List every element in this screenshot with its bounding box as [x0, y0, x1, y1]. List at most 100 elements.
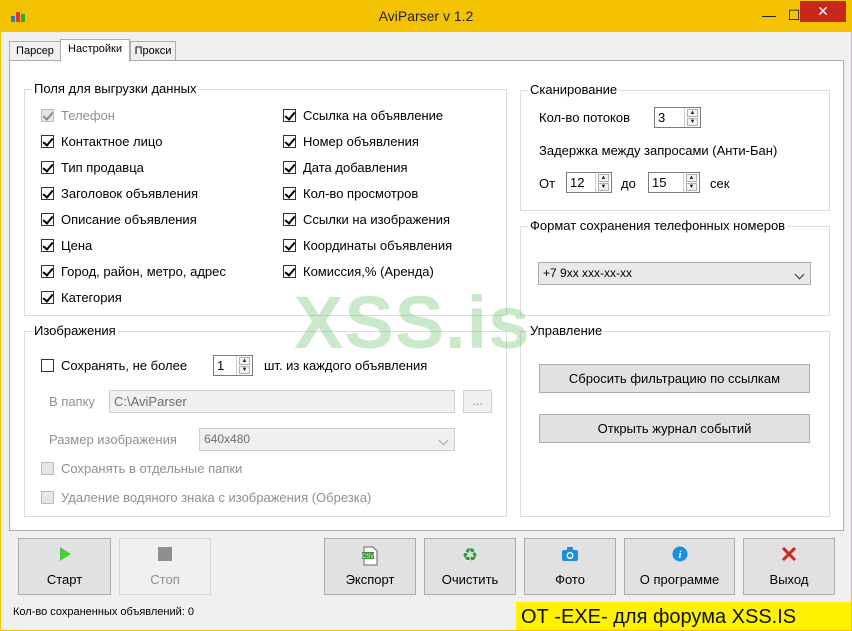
stepper-down-icon[interactable]: ▼: [687, 118, 698, 126]
stepper-down-icon[interactable]: ▼: [598, 183, 609, 191]
chevron-down-icon: [794, 269, 805, 280]
stepper-value: 3: [658, 110, 666, 125]
start-label: Старт: [46, 572, 83, 587]
photo-label: Фото: [555, 572, 585, 587]
stop-label: Стоп: [150, 572, 180, 587]
status-bar-text: Кол-во сохраненных объявлений: 0: [13, 606, 195, 618]
stepper-value: 1: [217, 358, 225, 373]
about-label: О программе: [639, 572, 720, 587]
images-count-stepper[interactable]: 1 ▲ ▼: [213, 355, 253, 376]
images-group-title: Изображения: [32, 323, 118, 339]
checkbox-box[interactable]: [283, 109, 296, 122]
checkbox-box[interactable]: [41, 109, 54, 122]
phone-format-group: Формат сохранения телефонных номеров +7 …: [520, 218, 830, 316]
threads-stepper[interactable]: 3 ▲ ▼: [654, 107, 701, 128]
stepper-down-icon[interactable]: ▼: [686, 183, 697, 191]
stepper-up-icon[interactable]: ▲: [687, 109, 698, 117]
folder-label: В папку: [49, 394, 95, 409]
app-window: AviParser v 1.2 — ☐ ✕ Парсер Настройки П…: [0, 0, 852, 631]
checkbox-box[interactable]: [41, 491, 54, 504]
window-title: AviParser v 1.2: [378, 8, 474, 24]
phone-format-group-title: Формат сохранения телефонных номеров: [528, 218, 788, 234]
checkbox-box[interactable]: [41, 135, 54, 148]
phone-format-select[interactable]: +7 9xx xxx-xx-xx: [538, 262, 811, 285]
clear-button[interactable]: ♻ Очистить: [424, 538, 516, 595]
image-size-label: Размер изображения: [49, 432, 177, 447]
stepper-up-icon[interactable]: ▲: [686, 174, 697, 182]
checkbox-label: Описание объявления: [61, 212, 197, 227]
stop-icon: [120, 546, 210, 564]
delay-from-stepper[interactable]: 12 ▲ ▼: [566, 172, 612, 193]
delay-to-label: до: [621, 176, 636, 191]
checkbox-label: Заголовок объявления: [61, 186, 199, 201]
fields-group-title: Поля для выгрузки данных: [32, 81, 199, 97]
scan-group: Сканирование Кол-во потоков 3 ▲ ▼ Задержк…: [520, 82, 830, 211]
camera-icon: [525, 546, 615, 564]
stepper-arrows: ▲ ▼: [595, 173, 611, 192]
export-button[interactable]: CSV Экспорт: [324, 538, 416, 595]
checkbox-box[interactable]: [41, 359, 54, 372]
image-size-select[interactable]: 640x480: [199, 428, 455, 451]
credit-banner: ОТ -EXE- для форума XSS.IS: [516, 602, 851, 630]
csv-file-icon: CSV: [325, 546, 415, 566]
tab-settings[interactable]: Настройки: [60, 39, 130, 62]
checkbox-label: Ссылки на изображения: [303, 212, 451, 227]
checkbox-box[interactable]: [283, 213, 296, 226]
checkbox-box[interactable]: [41, 187, 54, 200]
tab-parser[interactable]: Парсер: [9, 41, 61, 61]
browse-button[interactable]: ...: [463, 390, 492, 413]
checkbox-box[interactable]: [283, 239, 296, 252]
exit-x-icon: [744, 546, 834, 564]
checkbox-label: Номер объявления: [303, 134, 419, 149]
checkbox-label: Город, район, метро, адрес: [61, 264, 226, 279]
stepper-arrows: ▲ ▼: [684, 108, 700, 127]
photo-button[interactable]: Фото: [524, 538, 616, 595]
threads-label: Кол-во потоков: [539, 110, 631, 125]
checkbox-box[interactable]: [283, 187, 296, 200]
settings-panel: Поля для выгрузки данных Телефон Контакт…: [9, 60, 844, 531]
play-icon: [19, 546, 110, 564]
checkbox-label: Сохранять в отдельные папки: [61, 461, 243, 476]
chevron-down-icon: [438, 435, 449, 446]
start-button[interactable]: Старт: [18, 538, 111, 595]
delay-to-stepper[interactable]: 15 ▲ ▼: [648, 172, 700, 193]
checkbox-box[interactable]: [41, 213, 54, 226]
checkbox-label: Дата добавления: [303, 160, 408, 175]
stepper-up-icon[interactable]: ▲: [598, 174, 609, 182]
tab-proxy[interactable]: Прокси: [130, 41, 176, 61]
checkbox-box[interactable]: [41, 265, 54, 278]
close-button[interactable]: ✕: [800, 1, 846, 22]
about-button[interactable]: i О программе: [624, 538, 735, 595]
checkbox-box[interactable]: [41, 161, 54, 174]
info-icon: i: [625, 546, 734, 564]
delay-from-label: От: [539, 176, 556, 191]
reset-filter-button[interactable]: Сбросить фильтрацию по ссылкам: [539, 364, 810, 393]
stepper-arrows: ▲ ▼: [683, 173, 699, 192]
checkbox-label: Цена: [61, 238, 93, 253]
export-label: Экспорт: [345, 572, 395, 587]
exit-label: Выход: [769, 572, 809, 587]
checkbox-box[interactable]: [283, 265, 296, 278]
folder-input[interactable]: C:\AviParser: [109, 390, 455, 413]
open-log-button[interactable]: Открыть журнал событий: [539, 414, 810, 443]
control-group-title: Управление: [528, 323, 605, 339]
checkbox-label: Контактное лицо: [61, 134, 163, 149]
title-bar[interactable]: AviParser v 1.2 — ☐ ✕: [1, 1, 851, 32]
checkbox-label: Тип продавца: [61, 160, 144, 175]
checkbox-label: Телефон: [61, 108, 115, 123]
checkbox-label: Кол-во просмотров: [303, 186, 419, 201]
stepper-value: 12: [570, 175, 585, 190]
checkbox-label: Сохранять, не более: [61, 358, 188, 373]
stepper-down-icon[interactable]: ▼: [239, 366, 250, 374]
checkbox-label: Координаты объявления: [303, 238, 453, 253]
checkbox-box[interactable]: [41, 291, 54, 304]
checkbox-label: Удаление водяного знака с изображения (О…: [61, 490, 372, 505]
checkbox-box[interactable]: [41, 239, 54, 252]
checkbox-box[interactable]: [283, 161, 296, 174]
stop-button[interactable]: Стоп: [119, 538, 211, 595]
exit-button[interactable]: Выход: [743, 538, 835, 595]
stepper-up-icon[interactable]: ▲: [239, 357, 250, 365]
clear-label: Очистить: [441, 572, 499, 587]
checkbox-box[interactable]: [283, 135, 296, 148]
checkbox-box[interactable]: [41, 462, 54, 475]
